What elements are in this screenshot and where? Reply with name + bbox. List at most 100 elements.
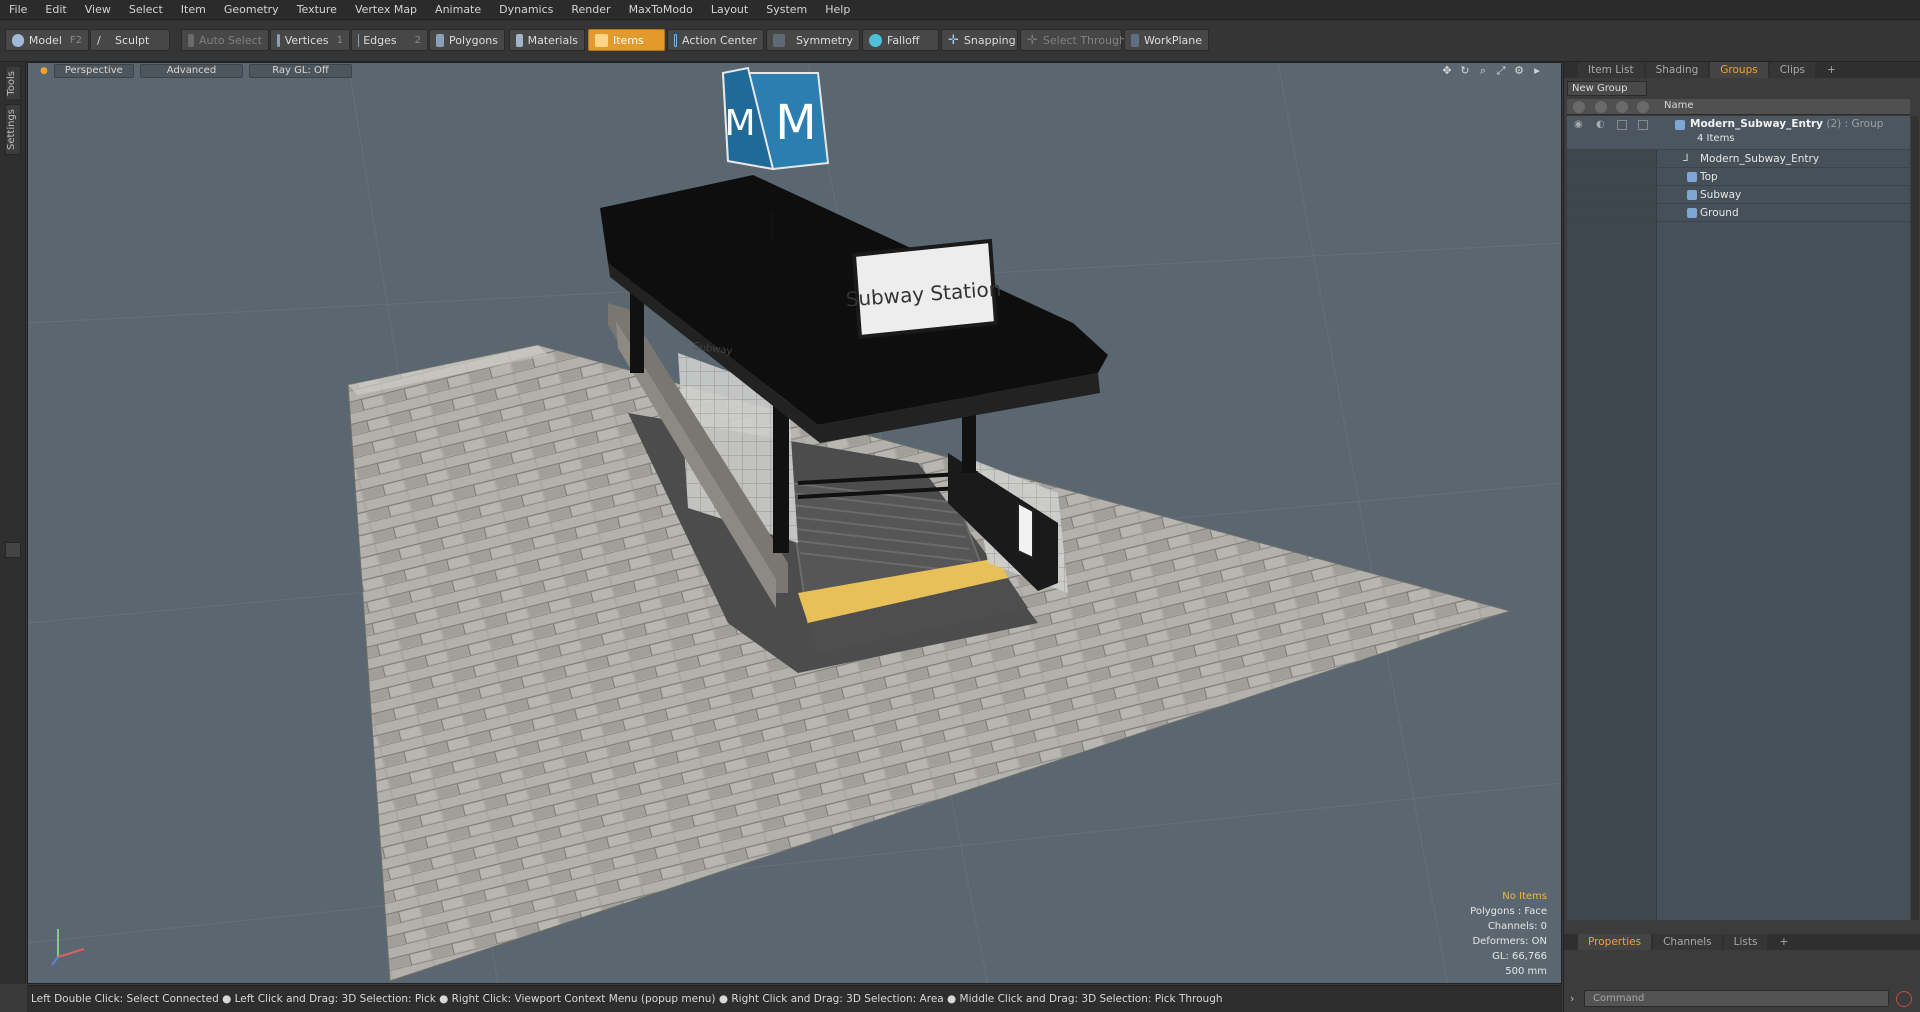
snapping-icon: ✛ [948,32,959,48]
menu-layout[interactable]: Layout [702,0,757,20]
tab-channels[interactable]: Channels [1653,934,1722,950]
rotate-icon[interactable]: ↻ [1459,65,1471,77]
poster-frame [1017,501,1034,560]
list-item-label: Subway [1700,189,1742,201]
list-item[interactable]: Subway [1567,186,1910,204]
mesh-icon [1687,172,1697,182]
zoom-icon[interactable]: ⌕ [1477,65,1489,77]
list-item[interactable]: Top [1567,168,1910,186]
menu-edit[interactable]: Edit [36,0,75,20]
select-through-label: Select Through [1042,33,1126,47]
auto-select-icon [188,33,195,47]
scrollbar[interactable] [1911,116,1919,920]
name-column-header[interactable]: Name [1664,100,1694,111]
menu-texture[interactable]: Texture [288,0,346,20]
falloff-button[interactable]: Falloff [862,29,939,51]
vertices-button[interactable]: Vertices 1 [270,29,350,51]
sculpt-button[interactable]: / Sculpt [90,29,170,51]
polygons-button[interactable]: Polygons [429,29,505,51]
symmetry-button[interactable]: Symmetry [766,29,860,51]
render-column-icon[interactable] [1595,101,1607,113]
chevron-right-icon[interactable]: ▸ [1531,65,1543,77]
menu-item[interactable]: Item [172,0,215,20]
list-item-label: Ground [1700,207,1739,219]
edges-button[interactable]: Edges 2 [351,29,428,51]
pillar-left-front [773,403,789,553]
list-item[interactable]: Ground [1567,204,1910,222]
deformers-info: Deformers: ON [1472,936,1547,947]
select-through-button[interactable]: ✛ Select Through [1020,29,1126,51]
gl-info: GL: 66,766 [1492,951,1547,962]
tab-properties[interactable]: Properties [1578,934,1652,950]
view-mode-button[interactable]: Perspective [53,64,134,78]
record-icon[interactable] [1896,991,1912,1007]
menu-select[interactable]: Select [120,0,172,20]
left-side-tabs: Tools Settings [0,62,26,984]
tab-tools[interactable]: Tools [5,66,21,101]
channels-info: Channels: 0 [1487,921,1547,932]
edges-shortcut: 2 [414,34,421,46]
lock-column-icon[interactable] [1616,101,1628,113]
workplane-label: WorkPlane [1143,33,1202,47]
menu-view[interactable]: View [76,0,120,20]
tab-clips[interactable]: Clips [1769,62,1816,78]
command-input[interactable]: Command [1584,990,1889,1007]
menu-help[interactable]: Help [816,0,859,20]
polygons-info: Polygons : Face [1470,906,1547,917]
add-bottom-tab-button[interactable]: + [1769,934,1798,950]
locator-icon: ⅃ [1683,153,1689,164]
group-row[interactable]: ◉ ◐ Modern_Subway_Entry (2) : Group 4 It… [1567,116,1910,150]
tab-item-list[interactable]: Item List [1578,62,1644,78]
shading-mode-button[interactable]: Advanced [139,64,244,78]
tab-lists[interactable]: Lists [1723,934,1768,950]
lock-checkbox[interactable] [1617,120,1627,130]
group-list-header: Name [1567,99,1910,115]
menu-system[interactable]: System [757,0,816,20]
tab-settings[interactable]: Settings [5,104,21,156]
panel-toggle-button[interactable] [5,542,21,558]
status-bar: Left Double Click: Select Connected ● Le… [27,985,1562,1012]
group-count: (2) [1826,118,1842,130]
viewport-menu-dot[interactable]: ● [40,66,48,76]
menu-bar: File Edit View Select Item Geometry Text… [0,0,1920,20]
menu-render[interactable]: Render [562,0,619,20]
render-icon[interactable]: ◐ [1596,119,1605,130]
eye-icon[interactable]: ◉ [1574,119,1583,130]
gear-icon[interactable]: ⚙ [1513,65,1525,77]
list-item[interactable]: ⅃ Modern_Subway_Entry [1567,150,1910,168]
tab-groups[interactable]: Groups [1710,62,1768,78]
select-through-icon: ✛ [1027,32,1038,48]
symmetry-label: Symmetry [795,33,853,47]
menu-geometry[interactable]: Geometry [215,0,288,20]
snapping-button[interactable]: ✛ Snapping [941,29,1018,51]
group-icon [1675,120,1685,130]
3d-viewport[interactable]: Subway Station Subway M M ● Perspective … [27,62,1562,984]
scene-render: Subway Station Subway M M [28,63,1561,983]
menu-maxtomodo[interactable]: MaxToModo [620,0,702,20]
items-icon [595,33,608,47]
menu-animate[interactable]: Animate [426,0,490,20]
maximize-icon[interactable]: ⤢ [1495,65,1507,77]
tab-shading[interactable]: Shading [1645,62,1709,78]
action-center-button[interactable]: Action Center [667,29,764,51]
add-tab-button[interactable]: + [1817,62,1846,78]
raygl-button[interactable]: Ray GL: Off [249,64,352,78]
menu-vertex-map[interactable]: Vertex Map [346,0,426,20]
materials-icon [516,33,523,47]
pan-icon[interactable]: ✥ [1441,65,1453,77]
select-column-icon[interactable] [1637,101,1649,113]
materials-label: Materials [527,33,578,47]
items-button[interactable]: Items [588,29,665,51]
new-group-button[interactable]: New Group [1567,81,1647,96]
menu-file[interactable]: File [0,0,36,20]
auto-select-button[interactable]: Auto Select [181,29,269,51]
model-button[interactable]: Model F2 [5,29,89,51]
materials-button[interactable]: Materials [509,29,585,51]
eye-column-icon[interactable] [1573,101,1585,113]
workplane-button[interactable]: WorkPlane [1124,29,1209,51]
menu-dynamics[interactable]: Dynamics [490,0,562,20]
select-checkbox[interactable] [1638,120,1648,130]
viewport-header: ● Perspective Advanced Ray GL: Off [28,63,1561,79]
metro-cube-letter-side: M [724,103,755,144]
brush-icon: / [97,33,101,47]
